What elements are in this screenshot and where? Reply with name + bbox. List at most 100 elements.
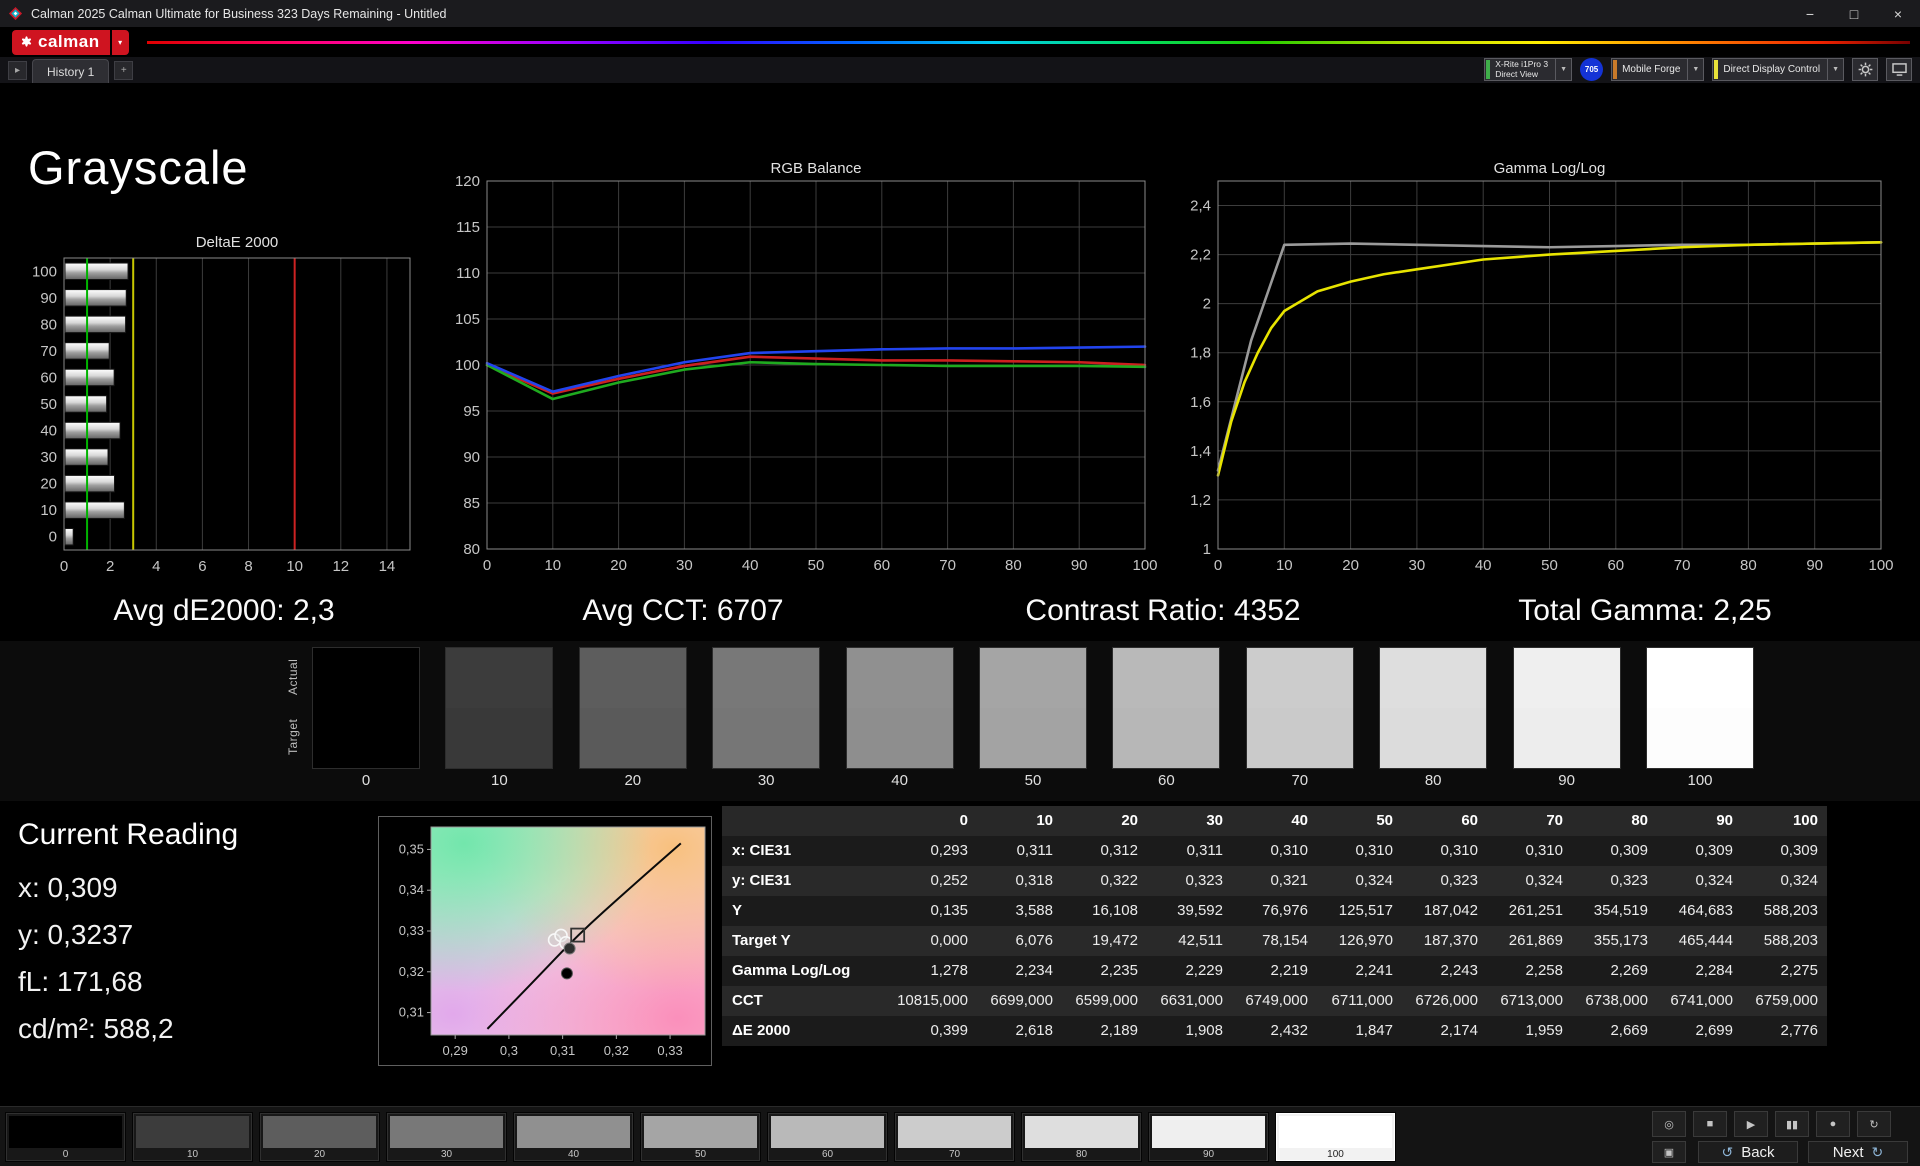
deltae-bar — [65, 316, 126, 332]
display-window-button[interactable] — [1886, 58, 1912, 81]
play-button[interactable]: ▶ — [1734, 1111, 1768, 1137]
tick-label: 0 — [1214, 557, 1222, 574]
gamma-loglog-chart: Gamma Log/Log010203040506070809010011,21… — [1172, 158, 1894, 578]
record-button[interactable]: ● — [1816, 1111, 1850, 1137]
patch-swatch — [136, 1116, 249, 1148]
table-cell: 354,519 — [1572, 896, 1657, 926]
tick-label: 90 — [40, 290, 57, 307]
patch-button-0[interactable]: 0 — [5, 1112, 126, 1162]
swatch-actual — [1647, 648, 1753, 708]
patch-swatch — [1025, 1116, 1138, 1148]
table-cell: 0,311 — [977, 836, 1062, 866]
deltae-bar — [65, 290, 126, 306]
actual-row-label: Actual — [286, 647, 302, 707]
table-cell: 6738,000 — [1572, 986, 1657, 1016]
swatch-level-label: 100 — [1647, 772, 1753, 789]
maximize-button[interactable]: □ — [1832, 0, 1876, 27]
pause-icon: ▮▮ — [1786, 1118, 1798, 1131]
table-cell: 0,311 — [1147, 836, 1232, 866]
patch-level-label: 100 — [1276, 1149, 1395, 1160]
tick-label: 0,33 — [399, 923, 424, 938]
pause-button[interactable]: ▮▮ — [1775, 1111, 1809, 1137]
table-cell: 6631,000 — [1147, 986, 1232, 1016]
patch-button-30[interactable]: 30 — [386, 1112, 507, 1162]
tab-history-1[interactable]: History 1 — [32, 59, 109, 83]
swatch-100: 100 — [1646, 647, 1754, 769]
table-cell: 0,293 — [892, 836, 977, 866]
patch-button-50[interactable]: 50 — [640, 1112, 761, 1162]
tick-label: 1,8 — [1190, 345, 1211, 362]
calman-flower-icon — [20, 35, 33, 48]
source-selector-label: Mobile Forge — [1612, 64, 1680, 76]
rgb-chart-title: RGB Balance — [771, 160, 862, 177]
table-cell: 16,108 — [1062, 896, 1147, 926]
tick-label: 0 — [483, 557, 491, 574]
source-selector[interactable]: Mobile Forge ▼ — [1611, 58, 1704, 81]
table-row-label: y: CIE31 — [722, 866, 892, 896]
tick-label: 1,4 — [1190, 443, 1211, 460]
settings-button[interactable] — [1852, 58, 1878, 81]
table-cell: 6711,000 — [1317, 986, 1402, 1016]
table-cell: 2,241 — [1317, 956, 1402, 986]
tick-label: 14 — [379, 558, 396, 575]
loop-button[interactable]: ↻ — [1857, 1111, 1891, 1137]
table-row-label: Gamma Log/Log — [722, 956, 892, 986]
gamma-chart-title: Gamma Log/Log — [1494, 160, 1606, 177]
table-header-cell: 10 — [977, 806, 1062, 836]
tick-label: 40 — [742, 557, 759, 574]
patch-button-10[interactable]: 10 — [132, 1112, 253, 1162]
add-tab-button[interactable]: + — [114, 61, 133, 80]
tick-label: 80 — [1005, 557, 1022, 574]
tick-label: 90 — [1071, 557, 1088, 574]
display-control-selector[interactable]: Direct Display Control ▼ — [1712, 58, 1844, 81]
patch-button-60[interactable]: 60 — [767, 1112, 888, 1162]
table-cell: 2,219 — [1232, 956, 1317, 986]
table-cell: 3,588 — [977, 896, 1062, 926]
patch-window-button[interactable]: ▣ — [1652, 1141, 1686, 1163]
table-cell: 464,683 — [1657, 896, 1742, 926]
back-button[interactable]: ↺ Back — [1698, 1141, 1798, 1163]
chevron-down-icon: ▼ — [1555, 59, 1571, 80]
swatch-target — [1514, 708, 1620, 768]
swatch-target — [1647, 708, 1753, 768]
meter-selector[interactable]: X-Rite i1Pro 3 Direct View ▼ — [1484, 58, 1572, 81]
measurement-table: 0102030405060708090100x: CIE310,2930,311… — [722, 806, 1827, 1046]
table-cell: 0,135 — [892, 896, 977, 926]
display-accent-bar — [1714, 60, 1718, 79]
swatch-target — [580, 708, 686, 768]
swatch-actual — [446, 648, 552, 708]
stop-button[interactable]: ■ — [1693, 1111, 1727, 1137]
close-button[interactable]: × — [1876, 0, 1920, 27]
deltae-bar — [65, 263, 128, 279]
patch-button-40[interactable]: 40 — [513, 1112, 634, 1162]
patch-button-70[interactable]: 70 — [894, 1112, 1015, 1162]
swatch-level-label: 0 — [313, 772, 419, 789]
patch-level-label: 60 — [768, 1149, 887, 1160]
patch-level-label: 10 — [133, 1149, 252, 1160]
logo-dropdown-icon[interactable]: ▾ — [112, 30, 129, 55]
tick-label: 90 — [463, 449, 480, 466]
next-button[interactable]: Next ↻ — [1808, 1141, 1908, 1163]
table-cell: 19,472 — [1062, 926, 1147, 956]
patch-button-100[interactable]: 100 — [1275, 1112, 1396, 1162]
patch-button-90[interactable]: 90 — [1148, 1112, 1269, 1162]
table-cell: 0,309 — [1742, 836, 1827, 866]
table-cell: 0,309 — [1572, 836, 1657, 866]
current-reading-y: y: 0,3237 — [18, 919, 133, 951]
patch-button-80[interactable]: 80 — [1021, 1112, 1142, 1162]
target-button[interactable]: ◎ — [1652, 1111, 1686, 1137]
swatch-level-label: 60 — [1113, 772, 1219, 789]
deltae-bar — [65, 369, 114, 385]
tick-label: 1,6 — [1190, 394, 1211, 411]
minimize-button[interactable]: − — [1788, 0, 1832, 27]
display-control-label: Direct Display Control — [1713, 64, 1820, 76]
patch-level-label: 90 — [1149, 1149, 1268, 1160]
tab-scroll-button[interactable]: ▸ — [8, 61, 27, 80]
swatch-level-label: 10 — [446, 772, 552, 789]
calman-logo[interactable]: calman ▾ — [12, 30, 129, 55]
patch-level-label: 20 — [260, 1149, 379, 1160]
table-cell: 0,324 — [1487, 866, 1572, 896]
meter-profile-badge[interactable]: 705 — [1580, 58, 1603, 81]
window-title: Calman 2025 Calman Ultimate for Business… — [31, 7, 446, 21]
patch-button-20[interactable]: 20 — [259, 1112, 380, 1162]
